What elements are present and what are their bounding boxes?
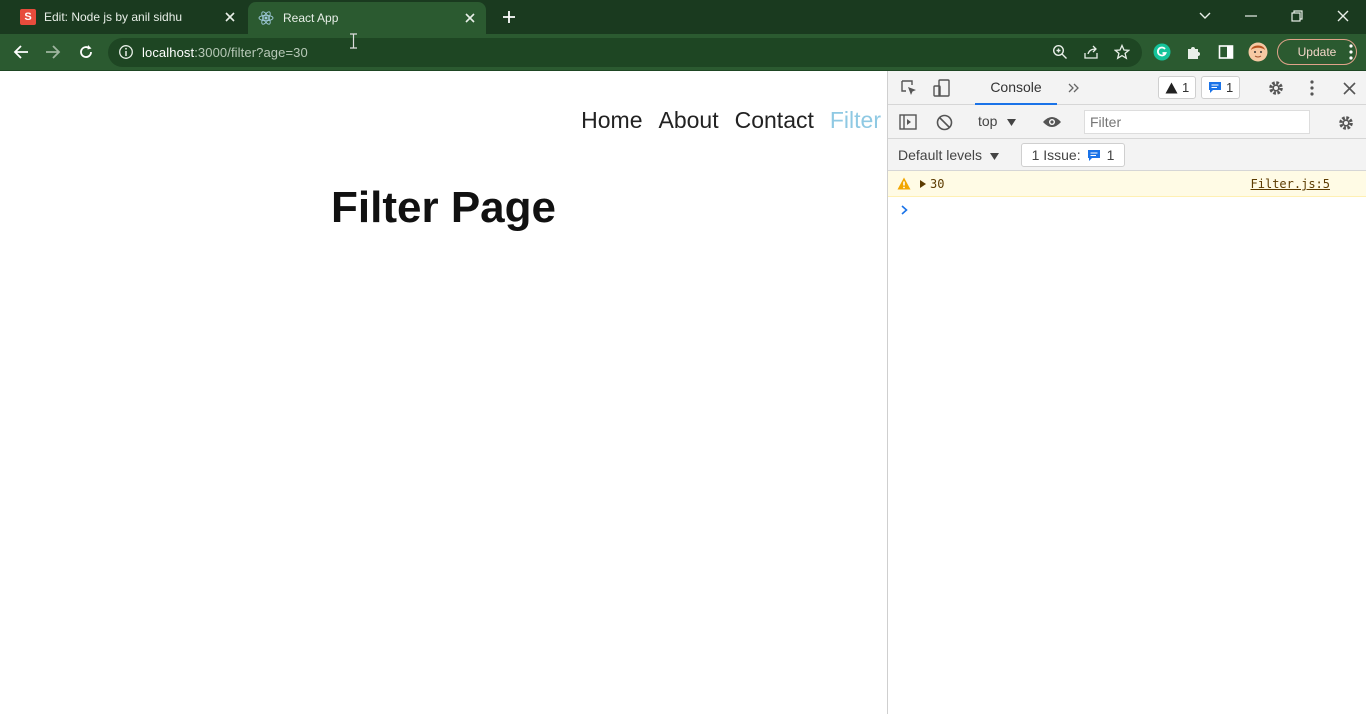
messages-badge[interactable]: 1 <box>1201 76 1241 99</box>
console-toolbar: top <box>888 105 1366 139</box>
text-cursor-icon <box>349 33 358 54</box>
reload-icon[interactable] <box>75 41 97 63</box>
tab-search-chevron-down-icon[interactable] <box>1192 5 1218 27</box>
issues-count: 1 <box>1106 147 1115 163</box>
console-warning-message[interactable]: 30 Filter.js:5 <box>888 171 1366 197</box>
tab-title: Edit: Node js by anil sidhu <box>44 10 183 24</box>
console-filter-input[interactable] <box>1084 110 1310 134</box>
browser-tab-react-app[interactable]: React App <box>248 2 486 34</box>
grammarly-extension-icon[interactable] <box>1151 41 1173 63</box>
more-tabs-chevron-icon[interactable] <box>1064 79 1084 97</box>
settings-gear-icon[interactable] <box>1266 78 1286 98</box>
tab-title: React App <box>283 11 339 25</box>
live-expression-eye-icon[interactable] <box>1041 113 1063 131</box>
default-levels-dropdown[interactable]: Default levels <box>898 147 999 163</box>
source-link[interactable]: Filter.js:5 <box>1251 177 1330 191</box>
page-title: Filter Page <box>331 183 556 232</box>
tab-console[interactable]: Console <box>975 71 1057 105</box>
warning-triangle-icon <box>897 177 911 190</box>
console-settings-gear-icon[interactable] <box>1336 113 1356 133</box>
clear-console-icon[interactable] <box>934 113 954 131</box>
restore-icon[interactable] <box>1284 5 1310 27</box>
address-bar[interactable]: localhost:3000/filter?age=30 <box>108 38 1142 67</box>
close-window-icon[interactable] <box>1330 5 1356 27</box>
device-toolbar-icon[interactable] <box>932 78 952 98</box>
expand-triangle-icon[interactable] <box>920 180 926 188</box>
message-bubble-icon <box>1087 149 1100 161</box>
show-sidebar-icon[interactable] <box>898 113 918 131</box>
browser-tab-edit[interactable]: S Edit: Node js by anil sidhu <box>8 0 246 34</box>
nav-link-contact[interactable]: Contact <box>735 107 814 134</box>
profile-avatar-icon[interactable] <box>1247 41 1269 63</box>
share-icon[interactable] <box>1083 44 1099 65</box>
react-logo-icon <box>258 10 274 26</box>
bookmark-star-icon[interactable] <box>1113 43 1131 65</box>
site-info-icon[interactable] <box>118 44 134 65</box>
close-tab-icon[interactable] <box>462 10 478 26</box>
forward-arrow-icon[interactable] <box>42 41 64 63</box>
issues-button[interactable]: 1 Issue: 1 <box>1021 143 1125 167</box>
dropdown-triangle-icon <box>989 153 999 160</box>
nav-link-about[interactable]: About <box>659 107 719 134</box>
dropdown-triangle-icon <box>1007 119 1017 126</box>
log-levels-bar: Default levels 1 Issue: 1 <box>888 139 1366 171</box>
warning-triangle-icon <box>1165 82 1178 93</box>
browser-menu-icon[interactable] <box>1340 41 1362 63</box>
tab-favicon-s-icon: S <box>20 9 36 25</box>
nav-link-filter[interactable]: Filter <box>830 107 881 134</box>
site-nav: Home About Contact Filter <box>581 107 881 134</box>
logged-value: 30 <box>930 177 945 191</box>
levels-label: Default levels <box>898 147 983 163</box>
inspect-element-icon[interactable] <box>899 78 919 98</box>
warnings-badge[interactable]: 1 <box>1158 76 1197 99</box>
message-bubble-icon <box>1209 82 1221 93</box>
nav-link-home[interactable]: Home <box>581 107 642 134</box>
tab-strip: S Edit: Node js by anil sidhu React App <box>0 0 1366 34</box>
minimize-icon[interactable] <box>1238 5 1264 27</box>
devtools-panel: Console 1 1 top Filter Default levels 1 … <box>887 71 1366 714</box>
new-tab-plus-icon[interactable] <box>499 7 519 27</box>
back-arrow-icon[interactable] <box>10 41 32 63</box>
close-devtools-icon[interactable] <box>1339 78 1359 98</box>
close-tab-icon[interactable] <box>222 9 238 25</box>
context-value: top <box>978 113 998 129</box>
url-text: localhost:3000/filter?age=30 <box>142 45 308 60</box>
messages-count: 1 <box>1226 80 1234 95</box>
devtools-tab-bar: Console 1 1 <box>888 71 1366 105</box>
issues-label: 1 Issue: <box>1031 147 1081 163</box>
more-options-icon[interactable] <box>1302 78 1322 98</box>
extensions-puzzle-icon[interactable] <box>1183 41 1205 63</box>
zoom-icon[interactable] <box>1052 44 1068 65</box>
console-prompt-icon[interactable] <box>901 202 908 220</box>
page-viewport: Home About Contact Filter Filter Page <box>0 71 887 714</box>
warnings-count: 1 <box>1182 80 1190 95</box>
side-panel-icon[interactable] <box>1215 41 1237 63</box>
context-selector[interactable]: top <box>978 113 1017 129</box>
browser-toolbar: localhost:3000/filter?age=30 Update <box>0 34 1366 71</box>
